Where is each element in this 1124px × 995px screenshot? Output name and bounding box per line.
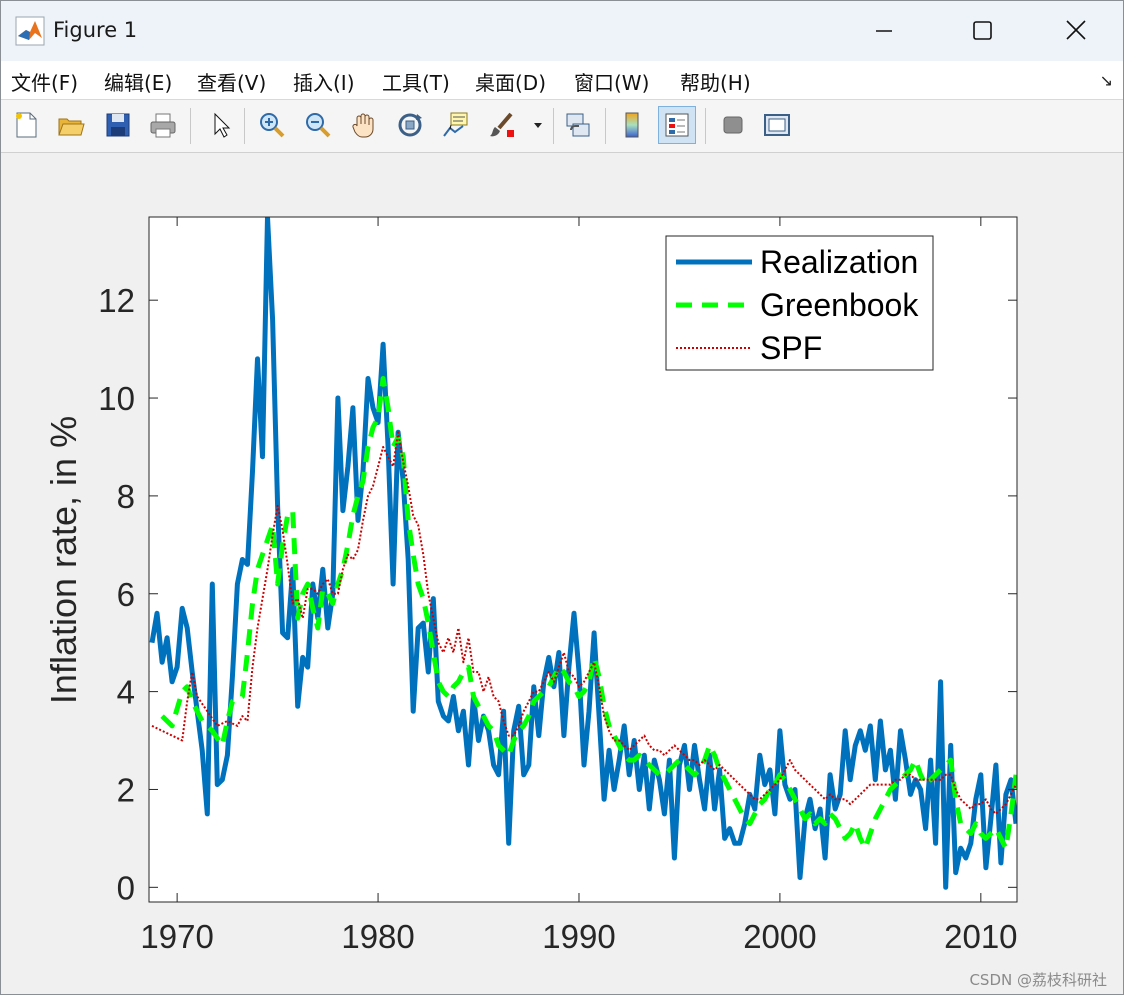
show-plot-tools-icon[interactable] [758,106,796,144]
maximize-icon[interactable] [965,15,999,47]
y-tick-label: 10 [98,380,135,417]
x-tick-label: 1980 [341,918,414,955]
y-axis-label: Inflation rate, in % [43,416,84,704]
colorbar-icon[interactable] [613,106,651,144]
menu-view[interactable]: 查看(V) [197,67,266,96]
edit-plot-arrow-icon[interactable] [201,106,239,144]
dock-arrow-icon[interactable]: ↘ [1100,71,1113,90]
data-cursor-icon[interactable] [437,106,475,144]
save-icon[interactable] [99,106,137,144]
zoom-out-icon[interactable] [299,106,337,144]
toolbar-separator [705,108,706,144]
menu-file[interactable]: 文件(F) [11,67,78,96]
toolbar-separator [605,108,606,144]
y-tick-label: 4 [117,674,135,711]
menu-bar: 文件(F) 编辑(E) 查看(V) 插入(I) 工具(T) 桌面(D) 窗口(W… [1,61,1123,100]
menu-edit[interactable]: 编辑(E) [104,67,172,96]
y-tick-label: 2 [117,771,135,808]
watermark: CSDN @荔枝科研社 [969,971,1107,989]
pan-hand-icon[interactable] [345,106,383,144]
toolbar-separator [553,108,554,144]
menu-tools[interactable]: 工具(T) [382,67,450,96]
x-tick-label: 2010 [944,918,1017,955]
legend-icon[interactable] [658,106,696,144]
rotate-3d-icon[interactable] [391,106,429,144]
hide-plot-tools-icon[interactable] [714,106,752,144]
y-tick-label: 8 [117,478,135,515]
legend-label-realization: Realization [760,244,918,280]
y-tick-label: 0 [117,869,135,906]
brush-icon[interactable] [483,106,521,144]
x-tick-label: 1990 [542,918,615,955]
title-bar: Figure 1 [1,1,1123,61]
figure-window: Figure 1 文件(F) 编辑(E) 查看(V) 插入(I) 工具(T) 桌… [0,0,1124,995]
new-figure-icon[interactable] [7,106,45,144]
toolbar-separator [244,108,245,144]
window-title: Figure 1 [53,18,138,42]
open-file-icon[interactable] [52,106,90,144]
x-tick-label: 2000 [743,918,816,955]
figure-toolbar [1,100,1123,153]
figure-canvas: 1970 1980 1990 2000 2010 0 2 4 6 8 10 12 Inflation … [1,153,1123,994]
brush-dropdown-icon[interactable] [527,106,549,144]
print-icon[interactable] [144,106,182,144]
close-icon[interactable] [1059,15,1093,47]
menu-help[interactable]: 帮助(H) [680,67,751,96]
matlab-logo-icon [15,16,45,46]
x-tick-label: 1970 [140,918,213,955]
zoom-in-icon[interactable] [253,106,291,144]
legend-label-spf: SPF [760,330,822,366]
toolbar-separator [190,108,191,144]
menu-desktop[interactable]: 桌面(D) [475,67,546,96]
link-plot-icon[interactable] [559,106,597,144]
menu-window[interactable]: 窗口(W) [574,67,649,96]
y-tick-label: 12 [98,282,135,319]
menu-insert[interactable]: 插入(I) [293,67,355,96]
legend-label-greenbook: Greenbook [760,287,919,323]
minimize-icon[interactable] [867,15,901,47]
y-tick-label: 6 [117,576,135,613]
inflation-line-chart: 1970 1980 1990 2000 2010 0 2 4 6 8 10 12 Inflation … [43,216,1018,955]
